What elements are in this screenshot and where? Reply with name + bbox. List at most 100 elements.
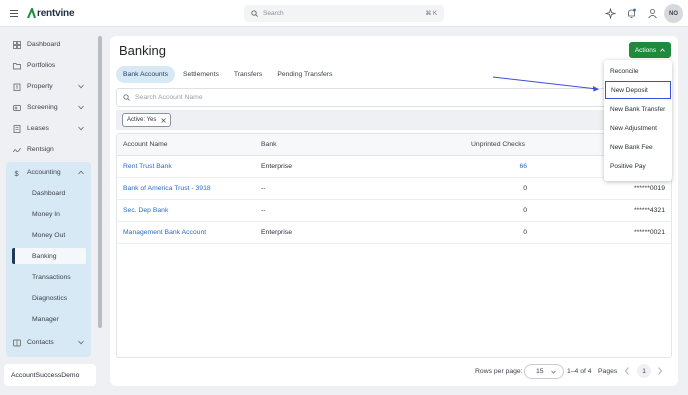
column-header[interactable]: Account Name [123, 141, 168, 148]
sidebar-item-label: Portfolios [27, 62, 56, 69]
filter-bar: Active: Yes [116, 110, 672, 130]
tab-bank-accounts[interactable]: Bank Accounts [116, 66, 175, 83]
top-bar: rentvine Search ⌘ K NO [0, 0, 688, 27]
tab-transfers[interactable]: Transfers [227, 66, 269, 83]
sidebar: Dashboard Portfolios Property Screening … [0, 27, 103, 395]
search-icon [123, 94, 130, 101]
sidebar-item-property[interactable]: Property [8, 78, 90, 95]
logo[interactable]: rentvine [27, 7, 75, 20]
chevron-up-icon [660, 48, 665, 52]
tab-settlements[interactable]: Settlements [176, 66, 226, 83]
menu-item-new-bank-transfer[interactable]: New Bank Transfer [604, 100, 672, 118]
sidebar-item-portfolios[interactable]: Portfolios [8, 57, 90, 74]
sidebar-item-screening[interactable]: Screening [8, 99, 90, 116]
sidebar-subitem-transactions[interactable]: Transactions [12, 269, 86, 285]
sidebar-scrollbar[interactable] [98, 36, 102, 328]
account-name-link[interactable]: Rent Trust Bank [123, 163, 172, 170]
chevron-down-icon [78, 105, 84, 110]
pages-label: Pages [598, 368, 618, 375]
sidebar-subitem-manager[interactable]: Manager [12, 311, 86, 327]
sidebar-subitem-dashboard[interactable]: Dashboard [12, 185, 86, 201]
screening-icon [13, 104, 21, 111]
logo-icon [27, 8, 36, 19]
sidebar-item-label: Leases [27, 125, 49, 132]
dashboard-icon [13, 40, 21, 49]
sidebar-item-label: Property [27, 83, 53, 90]
filter-chip-active[interactable]: Active: Yes [122, 113, 172, 127]
actions-button[interactable]: Actions [629, 42, 671, 58]
global-search-input[interactable]: Search ⌘ K [244, 5, 444, 22]
sidebar-item-label: Rentsign [27, 146, 54, 153]
sidebar-subitem-money-out[interactable]: Money Out [12, 227, 86, 243]
menu-item-positive-pay[interactable]: Positive Pay [604, 157, 672, 175]
chevron-down-icon [78, 340, 84, 345]
account-search-input[interactable]: Search Account Name [116, 88, 672, 107]
page-number-button[interactable]: 1 [637, 364, 651, 378]
search-icon [251, 10, 258, 17]
table-row[interactable]: Rent Trust Bank Enterprise 66 [117, 156, 671, 178]
tab-bar: Bank Accounts Settlements Transfers Pend… [116, 66, 340, 83]
sidebar-item-contacts[interactable]: Contacts [8, 334, 90, 351]
brand-name: rentvine [37, 8, 75, 19]
chevron-down-icon [551, 370, 556, 374]
actions-label: Actions [634, 46, 657, 54]
sidebar-item-label: Contacts [27, 339, 54, 346]
sidebar-item-dashboard[interactable]: Dashboard [8, 36, 90, 53]
dollar-icon: $ [15, 169, 20, 177]
menu-icon[interactable] [10, 10, 18, 17]
tab-pending-transfers[interactable]: Pending Transfers [270, 66, 339, 83]
page-title: Banking [119, 43, 166, 58]
sidebar-item-leases[interactable]: Leases [8, 120, 90, 137]
bank-cell: -- [261, 185, 266, 192]
column-header[interactable]: Bank [261, 141, 277, 148]
building-icon [13, 83, 21, 91]
svg-text:$: $ [15, 169, 20, 177]
users-icon[interactable] [647, 8, 658, 19]
account-name-link[interactable]: Sec. Dep Bank [123, 207, 168, 214]
unprinted-checks-link[interactable]: 66 [519, 163, 527, 170]
sidebar-subitem-diagnostics[interactable]: Diagnostics [12, 290, 86, 306]
menu-item-new-bank-fee[interactable]: New Bank Fee [604, 138, 672, 156]
table-row[interactable]: Sec. Dep Bank -- 0 ******4321 [117, 200, 671, 222]
sidebar-item-accounting[interactable]: $ Accounting [8, 164, 90, 181]
sidebar-item-label: Dashboard [27, 41, 61, 48]
bank-cell: -- [261, 207, 266, 214]
lease-icon [13, 124, 21, 133]
rows-per-page-label: Rows per page: [475, 368, 523, 375]
menu-item-new-adjustment[interactable]: New Adjustment [604, 119, 672, 137]
menu-item-reconcile[interactable]: Reconcile [604, 62, 672, 80]
user-avatar[interactable]: NO [664, 4, 683, 23]
bank-accounts-table: Account Name Bank Unprinted Checks Rent … [116, 133, 672, 358]
close-icon[interactable] [161, 117, 167, 123]
chevron-up-icon [78, 170, 84, 175]
folder-icon [13, 62, 21, 69]
sidebar-subitem-banking[interactable]: Banking [12, 248, 86, 264]
account-name-link[interactable]: Management Bank Account [123, 229, 206, 236]
table-header: Account Name Bank Unprinted Checks [117, 134, 671, 156]
bank-cell: Enterprise [261, 229, 292, 236]
account-switcher[interactable]: AccountSuccessDemo [4, 364, 96, 386]
pagination-bar: Rows per page: 15 1–4 of 4 Pages 1 [110, 363, 678, 381]
sidebar-item-rentsign[interactable]: Rentsign [8, 141, 90, 158]
bell-icon[interactable] [626, 8, 637, 19]
chevron-right-icon[interactable] [656, 366, 664, 376]
chevron-left-icon[interactable] [623, 366, 631, 376]
pagination-range: 1–4 of 4 [567, 368, 592, 375]
rows-per-page-value: 15 [536, 368, 544, 375]
account-name-link[interactable]: Bank of America Trust - 3918 [123, 185, 211, 192]
signature-icon [13, 147, 21, 152]
search-placeholder: Search Account Name [135, 94, 203, 101]
table-row[interactable]: Management Bank Account Enterprise 0 ***… [117, 222, 671, 244]
column-header[interactable]: Unprinted Checks [471, 141, 525, 148]
table-row[interactable]: Bank of America Trust - 3918 -- 0 ******… [117, 178, 671, 200]
search-shortcut: ⌘ K [425, 11, 437, 17]
unprinted-checks-cell: 0 [523, 185, 527, 192]
bank-cell: Enterprise [261, 163, 292, 170]
sidebar-subitem-money-in[interactable]: Money In [12, 206, 86, 222]
rows-per-page-select[interactable]: 15 [524, 364, 564, 379]
sparkle-icon[interactable] [605, 8, 616, 19]
unprinted-checks-cell: 0 [523, 207, 527, 214]
filter-chip-label: Active: Yes [127, 117, 157, 123]
menu-item-new-deposit[interactable]: New Deposit [605, 81, 671, 99]
main-panel: Banking Actions Bank Accounts Settlement… [110, 36, 678, 386]
